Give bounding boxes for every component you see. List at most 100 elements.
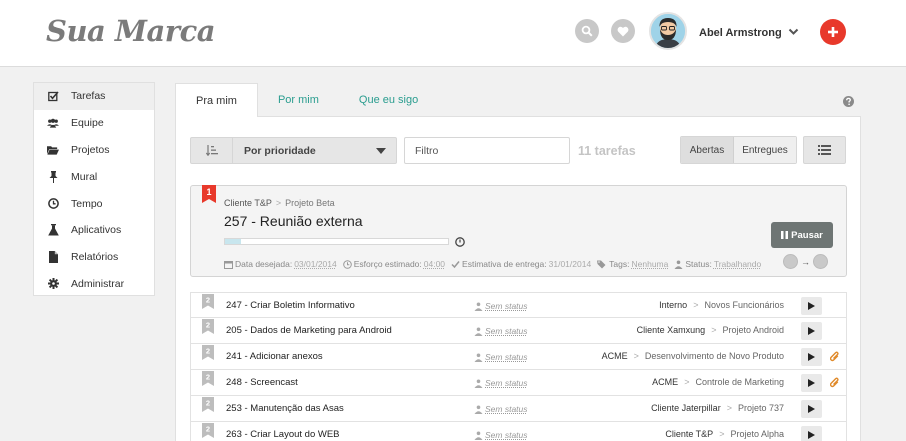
bookmark-flag-icon: 2	[202, 319, 214, 334]
table-row[interactable]: 2 241 - Adicionar anexos Sem status ACME > De…	[190, 344, 847, 370]
help-button[interactable]	[843, 96, 854, 110]
tags-value[interactable]: Nenhuma	[632, 259, 669, 269]
toggle-abertas[interactable]: Abertas	[681, 137, 734, 163]
task-client[interactable]: ACME	[602, 351, 628, 361]
plus-icon	[828, 27, 838, 37]
question-circle-icon	[843, 96, 854, 107]
task-title[interactable]: 248 - Screencast	[226, 377, 298, 388]
task-status[interactable]: Sem status	[474, 301, 528, 311]
sidebar-item-tempo[interactable]: Tempo	[34, 190, 154, 217]
breadcrumb-separator: >	[711, 325, 717, 335]
task-project[interactable]: Projeto Android	[722, 325, 784, 335]
status-text: Sem status	[485, 352, 528, 362]
table-row[interactable]: 2 248 - Screencast Sem status ACME > Controle…	[190, 370, 847, 396]
filter-input[interactable]	[404, 137, 570, 164]
favorites-button[interactable]	[611, 19, 635, 43]
task-status[interactable]: Sem status	[474, 430, 528, 440]
task-client[interactable]: ACME	[652, 377, 678, 387]
status-person-icon	[674, 260, 683, 269]
sidebar-item-tarefas[interactable]: Tarefas	[34, 83, 154, 110]
sort-dropdown[interactable]: Por prioridade	[190, 137, 397, 164]
sender-avatar[interactable]	[783, 254, 798, 269]
search-button[interactable]	[575, 19, 599, 43]
status-person-icon	[474, 431, 483, 440]
priority-badge: 2	[202, 397, 214, 415]
attachment-indicator[interactable]	[829, 377, 840, 391]
task-client[interactable]: Cliente T&P	[665, 429, 713, 439]
task-project[interactable]: Novos Funcionários	[704, 300, 784, 310]
folder-icon	[47, 144, 59, 156]
status-value[interactable]: Trabalhando	[714, 259, 761, 269]
tab-pra-mim[interactable]: Pra mim	[175, 83, 258, 117]
task-title[interactable]: 263 - Criar Layout do WEB	[226, 429, 340, 440]
task-client[interactable]: Interno	[659, 300, 687, 310]
task-title[interactable]: 253 - Manutenção das Asas	[226, 403, 344, 414]
play-button[interactable]	[801, 297, 822, 315]
active-task-card[interactable]: 1 Cliente T&P > Projeto Beta 257 - Reunião…	[190, 185, 847, 277]
sidebar-nav: Tarefas Equipe Projetos Mural Tempo Apli…	[33, 82, 155, 296]
sidebar-item-label: Tarefas	[71, 90, 106, 103]
sidebar-item-projetos[interactable]: Projetos	[34, 137, 154, 164]
task-project[interactable]: Controle de Marketing	[695, 377, 784, 387]
sidebar-item-aplicativos[interactable]: Aplicativos	[34, 217, 154, 244]
tab-por-mim[interactable]: Por mim	[258, 83, 339, 117]
user-avatar[interactable]	[649, 12, 687, 50]
task-project[interactable]: Projeto 737	[738, 403, 784, 413]
receiver-avatar[interactable]	[813, 254, 828, 269]
calendar-icon	[224, 260, 233, 269]
status-person-icon	[474, 327, 483, 336]
sort-direction-button[interactable]	[191, 138, 233, 163]
task-title[interactable]: 205 - Dados de Marketing para Android	[226, 325, 392, 336]
task-count: 11 tarefas	[578, 144, 636, 158]
table-row[interactable]: 2 205 - Dados de Marketing para Android Se…	[190, 318, 847, 344]
attachment-indicator[interactable]	[829, 351, 840, 365]
task-title[interactable]: 247 - Criar Boletim Informativo	[226, 300, 355, 311]
play-button[interactable]	[801, 426, 822, 441]
bookmark-flag-icon: 2	[202, 345, 214, 360]
breadcrumb-separator: >	[719, 429, 725, 439]
task-status[interactable]: Sem status	[474, 378, 528, 388]
desired-date-value[interactable]: 03/01/2014	[294, 259, 337, 269]
task-breadcrumb: ACME > Desenvolvimento de Novo Produto	[602, 351, 784, 361]
task-status[interactable]: Sem status	[474, 404, 528, 414]
task-progress-bar	[224, 238, 449, 245]
effort-value[interactable]: 04:00	[424, 259, 445, 269]
table-row[interactable]: 2 263 - Criar Layout do WEB Sem status Clie…	[190, 422, 847, 441]
sort-selected-value[interactable]: Por prioridade	[233, 138, 396, 163]
task-client[interactable]: Cliente Xamxung	[637, 325, 706, 335]
pause-icon	[781, 231, 789, 239]
task-project[interactable]: Projeto Alpha	[730, 429, 784, 439]
sidebar-item-administrar[interactable]: Administrar	[34, 271, 154, 298]
task-list: 2 247 - Criar Boletim Informativo Sem stat…	[190, 292, 847, 441]
user-menu-toggle[interactable]	[788, 27, 799, 39]
pause-button[interactable]: Pausar	[771, 222, 833, 248]
breadcrumb-project[interactable]: Projeto Beta	[285, 198, 335, 208]
task-status[interactable]: Sem status	[474, 326, 528, 336]
brand-logo[interactable]: Sua Marca	[46, 14, 216, 48]
table-row[interactable]: 2 253 - Manutenção das Asas Sem status Clie…	[190, 396, 847, 422]
task-project[interactable]: Desenvolvimento de Novo Produto	[645, 351, 784, 361]
breadcrumb-client[interactable]: Cliente T&P	[224, 198, 272, 208]
active-task-title[interactable]: 257 - Reunião externa	[224, 213, 363, 229]
sidebar-item-mural[interactable]: Mural	[34, 163, 154, 190]
bookmark-flag-icon: 2	[202, 423, 214, 438]
play-button[interactable]	[801, 374, 822, 392]
user-name[interactable]: Abel Armstrong	[699, 27, 782, 39]
sidebar-item-relatorios[interactable]: Relatórios	[34, 244, 154, 271]
add-button[interactable]	[820, 19, 846, 45]
priority-badge: 2	[202, 345, 214, 363]
status-person-icon	[474, 302, 483, 311]
toggle-entregues[interactable]: Entregues	[734, 137, 796, 163]
task-status[interactable]: Sem status	[474, 352, 528, 362]
task-client[interactable]: Cliente Jaterpillar	[651, 403, 721, 413]
play-button[interactable]	[801, 322, 822, 340]
task-title[interactable]: 241 - Adicionar anexos	[226, 351, 323, 362]
table-row[interactable]: 2 247 - Criar Boletim Informativo Sem stat…	[190, 292, 847, 318]
tab-que-eu-sigo[interactable]: Que eu sigo	[339, 83, 438, 117]
sidebar-item-equipe[interactable]: Equipe	[34, 110, 154, 137]
play-button[interactable]	[801, 400, 822, 418]
play-button[interactable]	[801, 348, 822, 366]
view-list-button[interactable]	[803, 136, 846, 164]
meta-delivery: Estimativa de entrega: 31/01/2014	[451, 259, 591, 269]
sidebar-item-label: Aplicativos	[71, 224, 122, 237]
